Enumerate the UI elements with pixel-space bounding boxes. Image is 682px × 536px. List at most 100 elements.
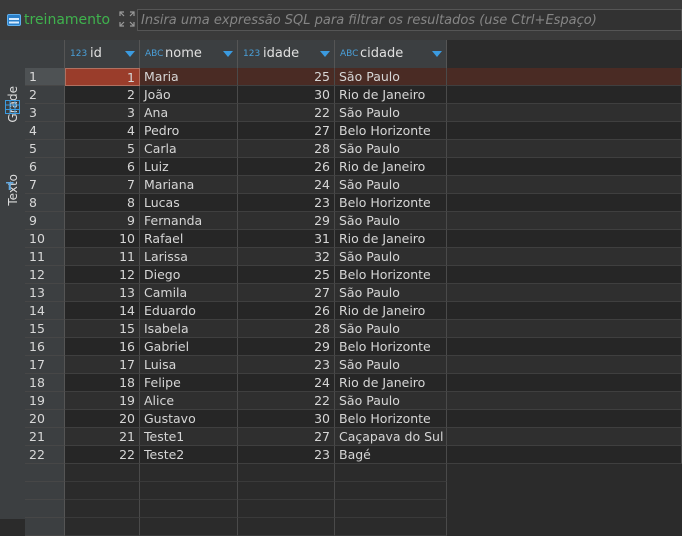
table-row[interactable]: 7 7 Mariana 24 São Paulo bbox=[25, 176, 682, 194]
row-number[interactable]: 7 bbox=[25, 176, 65, 194]
table-row[interactable]: 2 2 João 30 Rio de Janeiro bbox=[25, 86, 682, 104]
cell-nome[interactable]: Luisa bbox=[140, 356, 238, 374]
cell-empty[interactable] bbox=[447, 176, 682, 194]
cell-id[interactable]: 4 bbox=[65, 122, 140, 140]
cell-cidade[interactable]: São Paulo bbox=[335, 68, 447, 86]
cell-cidade[interactable]: Belo Horizonte bbox=[335, 338, 447, 356]
table-row[interactable]: 3 3 Ana 22 São Paulo bbox=[25, 104, 682, 122]
cell-nome[interactable]: Gabriel bbox=[140, 338, 238, 356]
cell-idade[interactable]: 30 bbox=[238, 410, 335, 428]
row-number[interactable]: 16 bbox=[25, 338, 65, 356]
row-number[interactable]: 22 bbox=[25, 446, 65, 464]
cell-empty[interactable] bbox=[447, 338, 682, 356]
sql-filter-input[interactable] bbox=[138, 10, 681, 30]
cell-nome[interactable]: Gustavo bbox=[140, 410, 238, 428]
cell-cidade[interactable]: Rio de Janeiro bbox=[335, 302, 447, 320]
cell-nome[interactable]: Carla bbox=[140, 140, 238, 158]
row-number[interactable]: 11 bbox=[25, 248, 65, 266]
row-number[interactable]: 2 bbox=[25, 86, 65, 104]
table-row[interactable]: 19 19 Alice 22 São Paulo bbox=[25, 392, 682, 410]
column-header-cidade[interactable]: ABC cidade bbox=[335, 40, 447, 68]
cell-empty[interactable] bbox=[447, 320, 682, 338]
cell-cidade[interactable]: Rio de Janeiro bbox=[335, 158, 447, 176]
row-number[interactable]: 20 bbox=[25, 410, 65, 428]
cell-nome[interactable]: Luiz bbox=[140, 158, 238, 176]
cell-idade[interactable]: 27 bbox=[238, 122, 335, 140]
cell-cidade[interactable]: São Paulo bbox=[335, 212, 447, 230]
cell-id[interactable]: 20 bbox=[65, 410, 140, 428]
chevron-down-icon[interactable] bbox=[320, 51, 330, 57]
cell-empty[interactable] bbox=[447, 374, 682, 392]
cell-idade[interactable]: 30 bbox=[238, 86, 335, 104]
cell-idade[interactable]: 26 bbox=[238, 302, 335, 320]
table-row[interactable]: 10 10 Rafael 31 Rio de Janeiro bbox=[25, 230, 682, 248]
cell-empty[interactable] bbox=[447, 302, 682, 320]
column-header-id[interactable]: 123 id bbox=[65, 40, 140, 68]
table-row[interactable]: 13 13 Camila 27 São Paulo bbox=[25, 284, 682, 302]
row-number[interactable]: 21 bbox=[25, 428, 65, 446]
cell-cidade[interactable]: Rio de Janeiro bbox=[335, 230, 447, 248]
cell-idade[interactable]: 29 bbox=[238, 212, 335, 230]
cell-idade[interactable]: 23 bbox=[238, 446, 335, 464]
tab-grade[interactable]: Grade bbox=[0, 48, 25, 128]
cell-empty[interactable] bbox=[447, 230, 682, 248]
cell-empty[interactable] bbox=[447, 158, 682, 176]
cell-nome[interactable]: Camila bbox=[140, 284, 238, 302]
table-row[interactable]: 6 6 Luiz 26 Rio de Janeiro bbox=[25, 158, 682, 176]
cell-idade[interactable]: 24 bbox=[238, 176, 335, 194]
cell-id[interactable]: 11 bbox=[65, 248, 140, 266]
cell-cidade[interactable]: Rio de Janeiro bbox=[335, 86, 447, 104]
cell-idade[interactable]: 32 bbox=[238, 248, 335, 266]
column-header-idade[interactable]: 123 idade bbox=[238, 40, 335, 68]
cell-id[interactable]: 13 bbox=[65, 284, 140, 302]
cell-empty[interactable] bbox=[447, 410, 682, 428]
expand-icon[interactable] bbox=[119, 11, 135, 27]
cell-cidade[interactable]: São Paulo bbox=[335, 392, 447, 410]
cell-id[interactable]: 7 bbox=[65, 176, 140, 194]
cell-id[interactable]: 12 bbox=[65, 266, 140, 284]
cell-empty[interactable] bbox=[447, 428, 682, 446]
cell-id[interactable]: 3 bbox=[65, 104, 140, 122]
cell-nome[interactable]: Ana bbox=[140, 104, 238, 122]
row-number[interactable]: 19 bbox=[25, 392, 65, 410]
cell-empty[interactable] bbox=[447, 266, 682, 284]
cell-idade[interactable]: 24 bbox=[238, 374, 335, 392]
cell-cidade[interactable]: Belo Horizonte bbox=[335, 122, 447, 140]
cell-nome[interactable]: Mariana bbox=[140, 176, 238, 194]
cell-cidade[interactable]: Bagé bbox=[335, 446, 447, 464]
cell-empty[interactable] bbox=[447, 86, 682, 104]
cell-empty[interactable] bbox=[447, 68, 682, 86]
tab-texto[interactable]: Texto T bbox=[0, 130, 25, 206]
row-number[interactable]: 6 bbox=[25, 158, 65, 176]
chevron-down-icon[interactable] bbox=[432, 51, 442, 57]
cell-cidade[interactable]: Rio de Janeiro bbox=[335, 374, 447, 392]
cell-nome[interactable]: Felipe bbox=[140, 374, 238, 392]
cell-cidade[interactable]: São Paulo bbox=[335, 320, 447, 338]
sql-filter-field[interactable] bbox=[137, 9, 682, 31]
column-header-nome[interactable]: ABC nome bbox=[140, 40, 238, 68]
table-row[interactable]: 4 4 Pedro 27 Belo Horizonte bbox=[25, 122, 682, 140]
table-row[interactable]: 12 12 Diego 25 Belo Horizonte bbox=[25, 266, 682, 284]
table-row[interactable]: 9 9 Fernanda 29 São Paulo bbox=[25, 212, 682, 230]
cell-idade[interactable]: 23 bbox=[238, 194, 335, 212]
cell-id[interactable]: 16 bbox=[65, 338, 140, 356]
row-number[interactable]: 4 bbox=[25, 122, 65, 140]
cell-cidade[interactable]: Belo Horizonte bbox=[335, 266, 447, 284]
table-name-label[interactable]: treinamento bbox=[24, 12, 110, 28]
cell-idade[interactable]: 27 bbox=[238, 284, 335, 302]
cell-idade[interactable]: 23 bbox=[238, 356, 335, 374]
row-number[interactable]: 5 bbox=[25, 140, 65, 158]
table-row[interactable]: 1 1 Maria 25 São Paulo bbox=[25, 68, 682, 86]
cell-cidade[interactable]: Belo Horizonte bbox=[335, 410, 447, 428]
row-number[interactable]: 17 bbox=[25, 356, 65, 374]
cell-id[interactable]: 5 bbox=[65, 140, 140, 158]
row-number[interactable]: 10 bbox=[25, 230, 65, 248]
row-number[interactable]: 18 bbox=[25, 374, 65, 392]
cell-empty[interactable] bbox=[447, 212, 682, 230]
table-row[interactable]: 11 11 Larissa 32 São Paulo bbox=[25, 248, 682, 266]
cell-id[interactable]: 14 bbox=[65, 302, 140, 320]
cell-idade[interactable]: 27 bbox=[238, 428, 335, 446]
cell-nome[interactable]: Maria bbox=[140, 68, 238, 86]
cell-idade[interactable]: 25 bbox=[238, 266, 335, 284]
cell-id[interactable]: 21 bbox=[65, 428, 140, 446]
